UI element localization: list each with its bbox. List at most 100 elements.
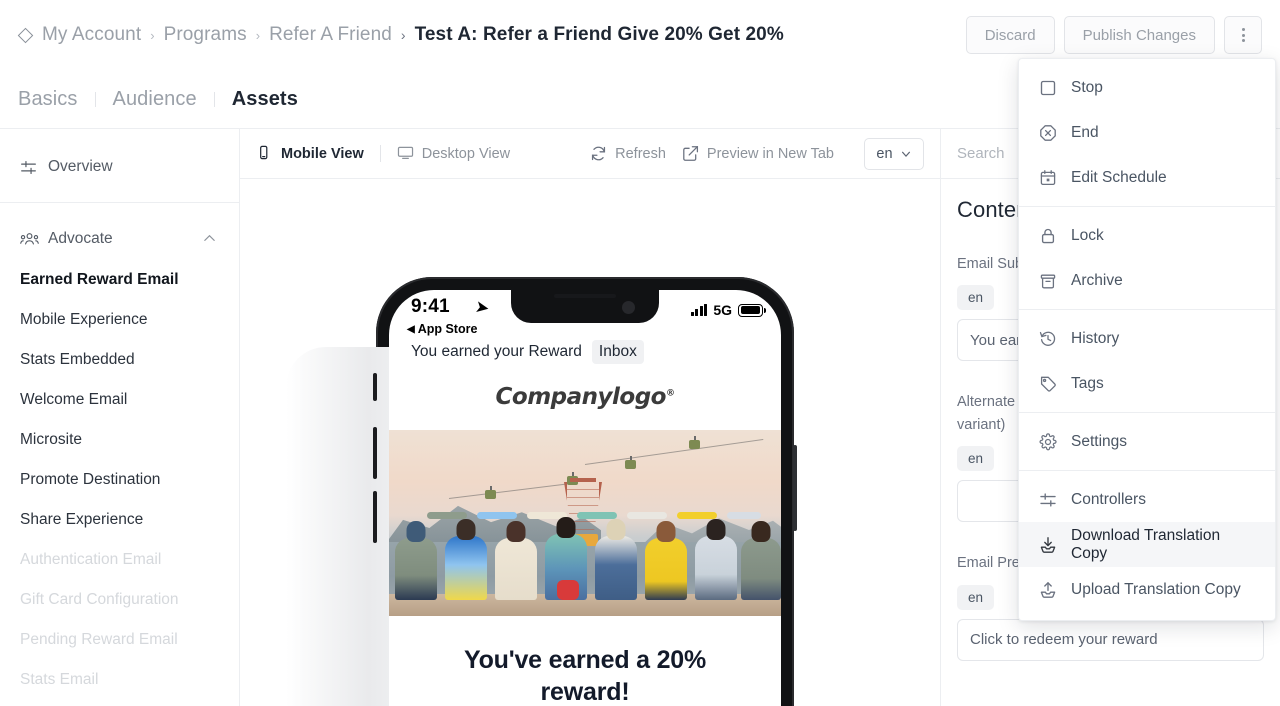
hero-arm [427,512,467,519]
phone-volume-up-button [373,427,377,479]
sidebar-item-stats-embedded[interactable]: Stats Embedded [0,340,239,380]
hero-arm [727,512,761,519]
tab-assets[interactable]: Assets [215,88,315,111]
menu-item-stop[interactable]: Stop [1019,65,1275,110]
breadcrumb-item-my-account[interactable]: My Account [42,24,141,46]
menu-divider [1019,309,1275,310]
menu-item-controllers[interactable]: Controllers [1019,477,1275,522]
stop-square-icon [1039,79,1057,97]
refresh-label: Refresh [615,145,666,162]
sidebar-item-pending-reward-email: Pending Reward Email [20,631,178,648]
publish-changes-button[interactable]: Publish Changes [1063,16,1215,54]
menu-item-history[interactable]: History [1019,316,1275,361]
language-select-value: en [876,145,893,162]
history-clock-icon [1039,330,1057,348]
status-back-app-label: App Store [417,322,478,336]
menu-item-label: Download Translation Copy [1071,526,1221,562]
hero-gondola [625,456,636,469]
preview-column: Mobile View Desktop View Refresh Preview… [240,128,940,706]
lock-icon [1039,227,1057,245]
menu-item-end[interactable]: End [1019,110,1275,155]
hero-person [695,519,737,600]
hero-person [495,521,537,600]
sidebar-item-authentication-email: Authentication Email [20,551,162,568]
discard-button[interactable]: Discard [965,16,1055,54]
hero-arm [627,512,667,519]
hero-person [445,519,487,600]
email-preview-text-input[interactable]: Click to redeem your reward [957,618,1264,661]
sidebar-item-share-experience[interactable]: Share Experience [0,500,239,540]
sidebar-item-mobile-experience[interactable]: Mobile Experience [0,300,239,340]
sidebar-item-microsite[interactable]: Microsite [0,420,239,460]
toolbar-divider [379,145,381,162]
sidebar-group-advocate[interactable]: Advocate [0,218,239,260]
menu-item-lock[interactable]: Lock [1019,213,1275,258]
hero-red-bag [557,580,579,600]
menu-item-label: History [1071,329,1120,347]
chevron-up-icon[interactable] [202,231,219,248]
app-root: My Account › Programs › Refer A Friend ›… [0,0,1280,706]
menu-item-edit-schedule[interactable]: Edit Schedule [1019,155,1275,200]
sidebar-item-overview[interactable]: Overview [0,147,239,187]
menu-item-settings[interactable]: Settings [1019,419,1275,464]
menu-divider [1019,206,1275,207]
more-options-button[interactable] [1224,16,1262,54]
brand-logo: Companylogo® [389,384,781,410]
breadcrumb-separator: › [150,27,155,43]
email-subject-preview: You earned your Reward [411,343,582,360]
email-header-row: You earned your Reward Inbox [389,338,781,364]
status-time: 9:41 [411,296,450,317]
tag-icon [1039,375,1057,393]
breadcrumb-separator: › [400,27,406,43]
archive-icon [1039,272,1057,290]
sidebar-divider [0,202,239,203]
registered-mark: ® [665,388,675,399]
sidebar-item-gift-card-configuration: Gift Card Configuration [20,591,179,608]
refresh-button[interactable]: Refresh [590,145,682,162]
menu-item-tags[interactable]: Tags [1019,361,1275,406]
hero-image [389,430,781,616]
people-icon [20,231,39,248]
calendar-icon [1039,169,1057,187]
desktop-view-toggle[interactable]: Desktop View [397,145,526,162]
diamond-icon [18,28,33,43]
sidebar-group-label: Advocate [48,230,113,247]
language-select[interactable]: en [864,137,924,170]
status-back-app[interactable]: ◀ App Store [407,322,477,336]
hero-arm [477,512,517,519]
sidebar: Overview Advocate Earned Reward Email Mo… [0,128,240,706]
sidebar-item-earned-reward-email[interactable]: Earned Reward Email [0,260,239,300]
breadcrumb-item-refer-a-friend[interactable]: Refer A Friend [269,24,392,46]
back-triangle-icon: ◀ [407,323,415,335]
hero-arm [677,512,717,519]
mailbox-badge: Inbox [591,340,644,364]
kebab-menu-icon [1241,28,1245,42]
hero-person [645,521,687,600]
preview-in-new-tab-button[interactable]: Preview in New Tab [682,145,850,162]
preview-stage: 9:41 ➤ ◀ App Store 5G You earned your Re… [240,179,940,706]
menu-item-download-translation-copy[interactable]: Download Translation Copy [1019,522,1275,567]
x-octagon-icon [1039,124,1057,142]
phone-screen: 9:41 ➤ ◀ App Store 5G You earned your Re… [389,290,781,706]
breadcrumb-item-programs[interactable]: Programs [164,24,247,46]
sidebar-item-welcome-email[interactable]: Welcome Email [0,380,239,420]
desktop-view-label: Desktop View [421,145,511,162]
language-chip[interactable]: en [957,285,995,311]
hero-gondola [689,436,700,449]
sidebar-item-promote-destination[interactable]: Promote Destination [0,460,239,500]
language-chip[interactable]: en [957,446,995,472]
tab-basics[interactable]: Basics [18,88,95,111]
menu-item-upload-translation-copy[interactable]: Upload Translation Copy [1019,567,1275,612]
tab-audience[interactable]: Audience [96,88,214,111]
search-placeholder: Search [957,145,1005,162]
phone-icon [256,145,273,162]
sidebar-item-label: Overview [48,158,113,175]
language-chip[interactable]: en [957,584,995,610]
menu-item-label: Stop [1071,78,1103,96]
mobile-view-toggle[interactable]: Mobile View [256,145,380,162]
menu-item-label: Lock [1071,226,1104,244]
input-value: Click to redeem your reward [970,631,1158,649]
menu-item-label: Settings [1071,432,1128,450]
status-right-group: 5G [690,302,766,318]
menu-item-archive[interactable]: Archive [1019,258,1275,303]
